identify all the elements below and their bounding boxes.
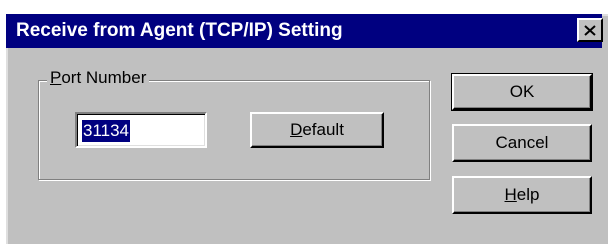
help-button[interactable]: Help: [452, 176, 592, 214]
port-number-value: 31134: [82, 120, 131, 142]
port-number-label: Port Number: [47, 67, 150, 89]
close-button[interactable]: [577, 18, 603, 42]
window-title: Receive from Agent (TCP/IP) Setting: [16, 20, 343, 41]
title-bar[interactable]: Receive from Agent (TCP/IP) Setting: [6, 14, 602, 48]
port-number-input[interactable]: 31134: [75, 112, 207, 148]
close-icon: [584, 24, 596, 36]
default-button[interactable]: Default: [250, 112, 384, 148]
ok-button[interactable]: OK: [451, 73, 593, 111]
cancel-button[interactable]: Cancel: [452, 124, 592, 162]
